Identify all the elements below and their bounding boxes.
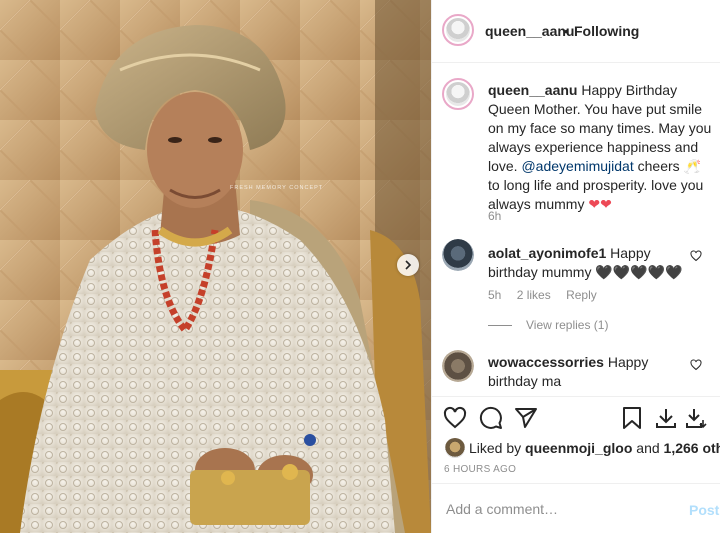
more-download-icon[interactable] [684,406,708,430]
comment-avatar[interactable] [442,350,474,382]
chevron-right-icon [405,260,412,270]
post-side-panel: queen__aanu • Following queen__aanu Happ… [431,0,720,533]
black-heart-icon: 🖤🖤🖤🖤🖤 [595,264,683,280]
post-photo[interactable]: FRESH MEMORY CONCEPT [0,0,431,533]
comment-avatar[interactable] [442,239,474,271]
comment-item: aolat_ayonimofe1 Happy birthday mummy 🖤🖤… [488,244,688,282]
download-icon[interactable] [654,406,678,430]
likes-text: Liked by queenmoji_gloo and 1,266 others [469,440,720,456]
clinking-glasses-icon: 🥂 [683,158,701,174]
replies-divider [488,325,512,327]
comments-list[interactable]: queen__aanu Happy Birthday Queen Mother.… [432,63,720,396]
comment-likes[interactable]: 2 likes [517,288,551,302]
view-replies-label: View replies (1) [526,318,609,332]
add-comment-input[interactable] [444,498,668,520]
save-bookmark-icon[interactable] [620,406,644,430]
author-username[interactable]: queen__aanu [485,23,574,39]
red-heart-icon: ❤❤ [588,196,612,212]
caption-text-2: cheers [637,158,680,174]
comment-bubble-icon[interactable] [479,406,503,430]
liker-avatar[interactable] [445,438,465,458]
instagram-post-modal: FRESH MEMORY CONCEPT queen__aanu • Follo… [0,0,720,533]
post-actions-bar [432,396,720,439]
author-avatar[interactable] [442,14,474,46]
comment-item: wowaccessorries Happy birthday ma [488,353,688,391]
post-header: queen__aanu • Following [432,0,720,63]
liker-username[interactable]: queenmoji_gloo [525,440,632,456]
like-heart-icon[interactable] [443,406,467,430]
post-comment-button[interactable]: Post [689,502,719,518]
comment-meta: 5h 2 likes Reply [488,288,609,302]
header-separator: • [564,23,569,39]
share-send-icon[interactable] [514,406,538,430]
caption-mention[interactable]: @adeyemimujidat [521,158,633,174]
likes-summary: Liked by queenmoji_gloo and 1,266 others [432,438,720,458]
likes-and: and [636,440,660,456]
like-comment-heart-icon[interactable] [690,250,702,262]
next-photo-button[interactable] [397,254,419,276]
view-replies-button[interactable]: View replies (1) [488,318,608,332]
caption-author-avatar[interactable] [442,78,474,110]
photo-watermark: FRESH MEMORY CONCEPT [230,185,324,191]
caption-username[interactable]: queen__aanu [488,82,577,98]
post-caption: queen__aanu Happy Birthday Queen Mother.… [488,81,712,214]
portrait-illustration [0,0,431,533]
comment-username[interactable]: wowaccessorries [488,354,604,370]
add-comment-bar: Post [432,483,720,534]
post-timestamp[interactable]: 6 HOURS AGO [444,464,516,475]
likes-others-count[interactable]: 1,266 others [664,440,720,456]
caption-time[interactable]: 6h [488,209,501,223]
reply-button[interactable]: Reply [566,288,597,302]
liked-by-prefix: Liked by [469,440,522,456]
like-comment-heart-icon[interactable] [690,359,702,371]
following-button[interactable]: Following [574,23,639,39]
comment-username[interactable]: aolat_ayonimofe1 [488,245,606,261]
comment-time[interactable]: 5h [488,288,501,302]
